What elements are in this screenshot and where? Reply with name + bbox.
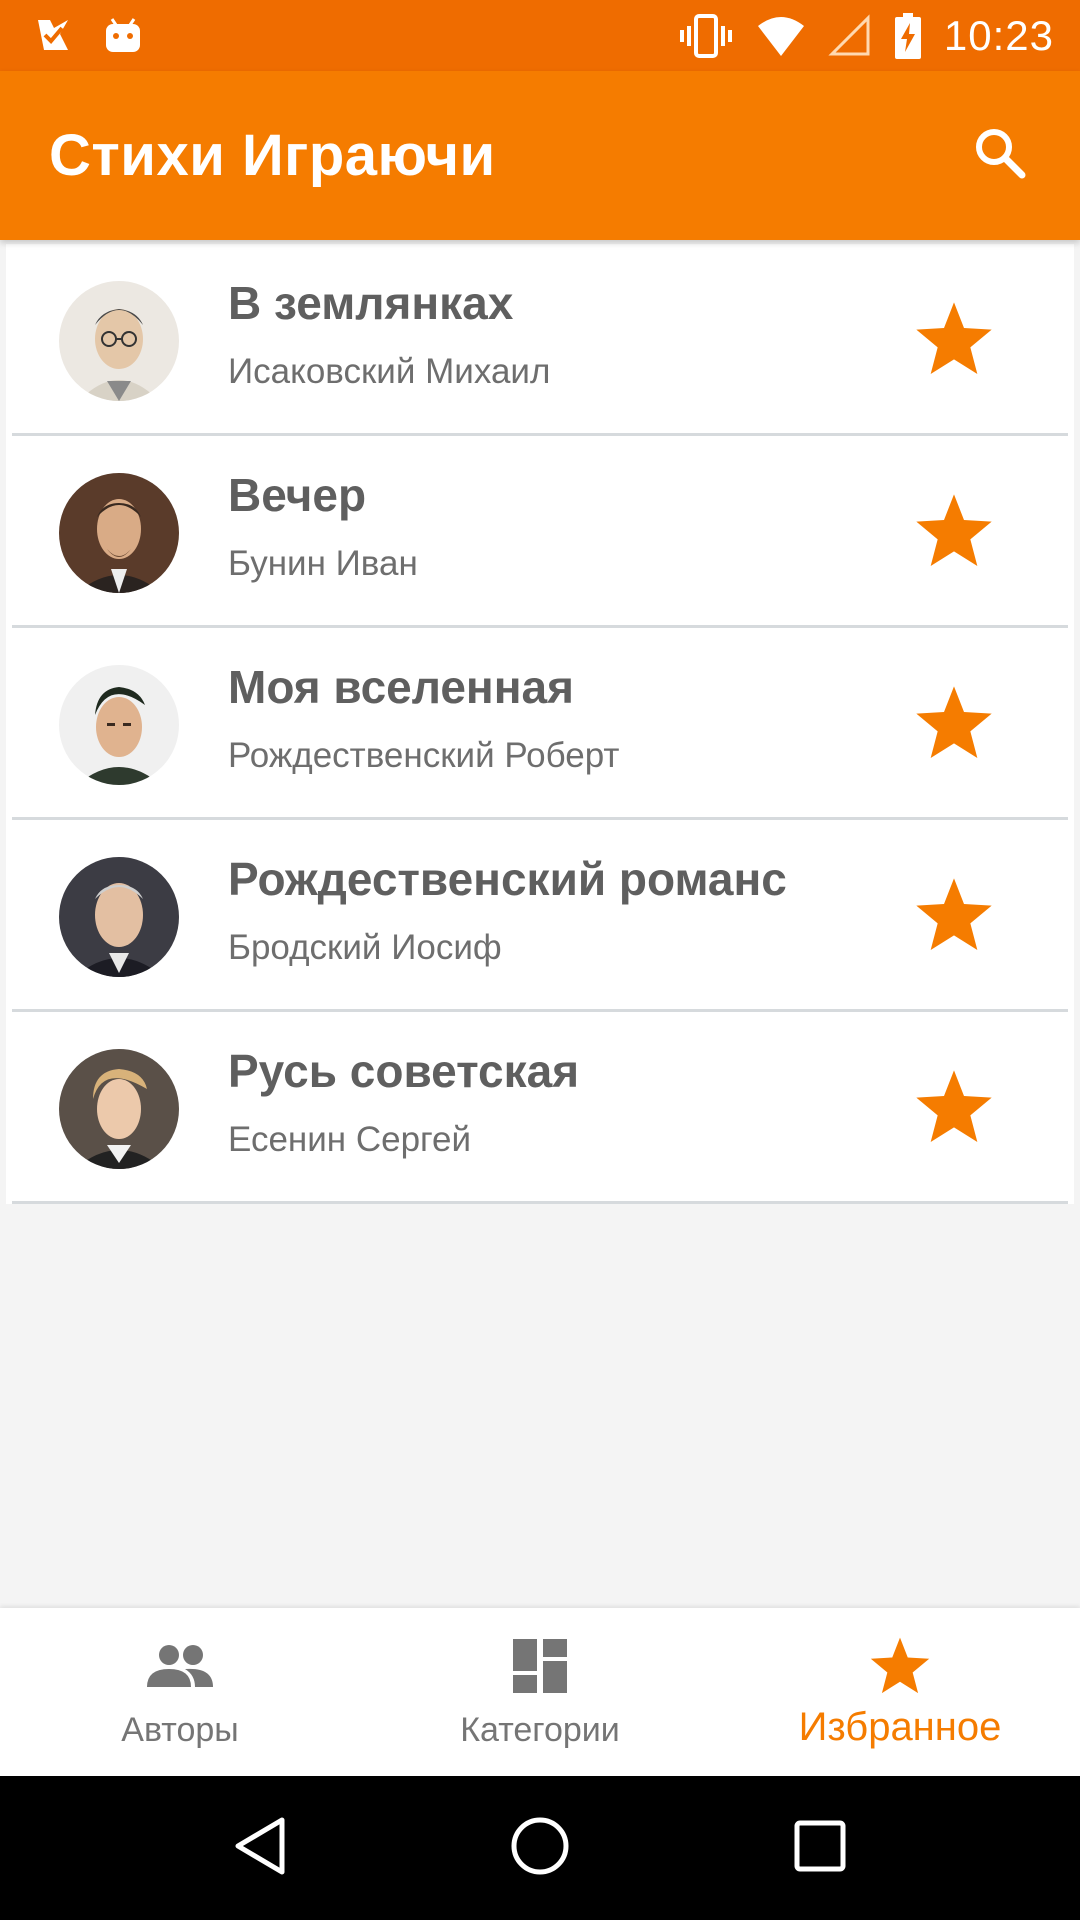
screen: 10:23 Стихи Играючи В землянках Исаковск…	[0, 0, 1080, 1920]
favorite-star-button[interactable]	[914, 685, 994, 765]
tab-favorites[interactable]: Избранное	[720, 1608, 1080, 1776]
list-item[interactable]: Рождественский романс Бродский Иосиф	[12, 820, 1068, 1012]
poem-author: Есенин Сергей	[228, 1120, 472, 1159]
tab-authors[interactable]: Авторы	[0, 1608, 360, 1776]
android-icon	[104, 16, 142, 56]
favorite-star-button[interactable]	[914, 493, 994, 573]
home-circle-icon	[510, 1816, 570, 1881]
app-bar: Стихи Играючи	[0, 71, 1080, 240]
signal-icon	[828, 13, 872, 58]
poem-author: Бунин Иван	[228, 544, 418, 583]
poem-title: Вечер	[228, 469, 367, 521]
author-avatar	[59, 281, 179, 401]
author-avatar	[59, 473, 179, 593]
home-button[interactable]	[490, 1798, 590, 1898]
poem-author: Исаковский Михаил	[228, 352, 551, 391]
poem-author: Рождественский Роберт	[228, 736, 620, 775]
dashboard-icon	[511, 1635, 569, 1697]
star-icon	[869, 1635, 931, 1697]
app-title: Стихи Играючи	[49, 123, 496, 188]
list-item[interactable]: Моя вселенная Рождественский Роберт	[12, 628, 1068, 820]
author-avatar	[59, 857, 179, 977]
bottom-navigation: Авторы Категории Избранное	[0, 1608, 1080, 1776]
recents-button[interactable]	[770, 1798, 870, 1898]
task-check-icon	[34, 16, 74, 56]
people-icon	[145, 1635, 215, 1697]
poem-author: Бродский Иосиф	[228, 928, 502, 967]
search-icon	[972, 125, 1028, 186]
star-icon	[914, 876, 994, 959]
star-icon	[914, 492, 994, 575]
tab-label: Избранное	[798, 1704, 1002, 1749]
back-triangle-icon	[232, 1816, 288, 1881]
poem-title: В землянках	[228, 277, 514, 329]
list-item[interactable]: Вечер Бунин Иван	[12, 436, 1068, 628]
status-time: 10:23	[943, 11, 1054, 59]
star-icon	[914, 300, 994, 383]
tab-label: Авторы	[121, 1710, 239, 1749]
wifi-icon	[756, 14, 806, 58]
author-avatar	[59, 1049, 179, 1169]
favorite-star-button[interactable]	[914, 301, 994, 381]
poem-title: Русь советская	[228, 1045, 580, 1097]
star-icon	[914, 684, 994, 767]
status-bar: 10:23	[0, 0, 1080, 71]
favorites-list: В землянках Исаковский Михаил Вечер Буни…	[6, 244, 1074, 1204]
list-item[interactable]: В землянках Исаковский Михаил	[12, 244, 1068, 436]
search-button[interactable]	[964, 120, 1036, 192]
vibrate-icon	[678, 13, 734, 58]
tab-categories[interactable]: Категории	[360, 1608, 720, 1776]
battery-charging-icon	[894, 12, 922, 59]
back-button[interactable]	[210, 1798, 310, 1898]
tab-label: Категории	[460, 1710, 620, 1749]
author-avatar	[59, 665, 179, 785]
star-icon	[914, 1068, 994, 1151]
favorite-star-button[interactable]	[914, 1069, 994, 1149]
poem-title: Рождественский романс	[228, 853, 787, 905]
recents-square-icon	[793, 1819, 847, 1878]
system-navigation-bar	[0, 1776, 1080, 1920]
list-item[interactable]: Русь советская Есенин Сергей	[12, 1012, 1068, 1204]
poem-title: Моя вселенная	[228, 661, 574, 713]
favorite-star-button[interactable]	[914, 877, 994, 957]
